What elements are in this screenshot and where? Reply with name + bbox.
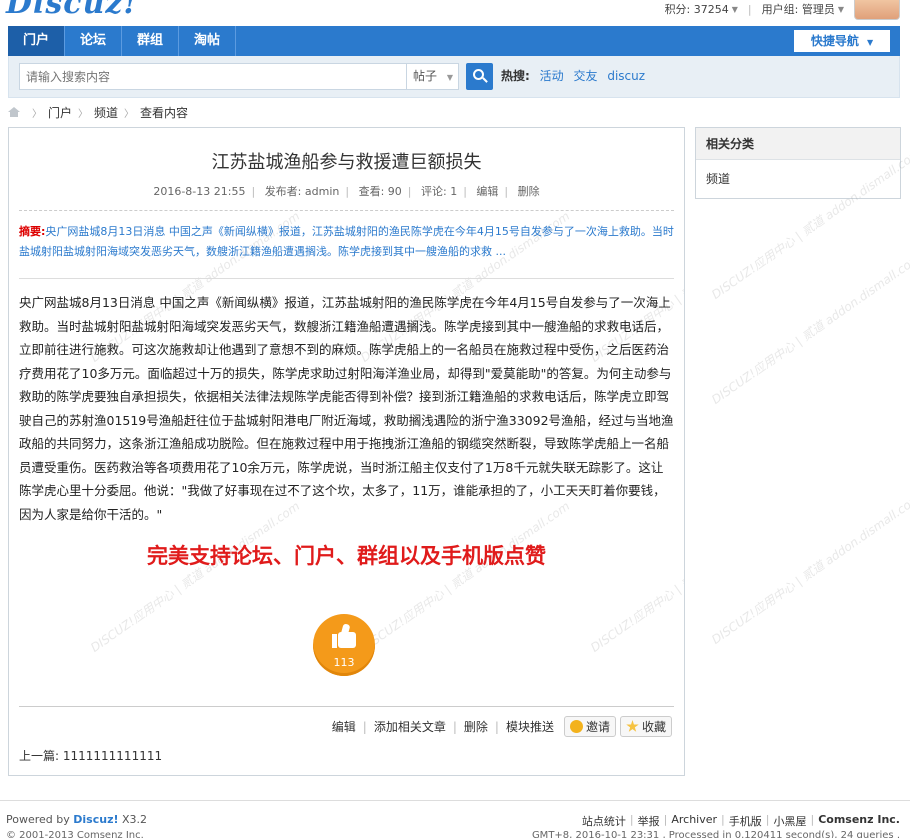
footer-link-blacklist[interactable]: 小黑屋 (773, 813, 806, 829)
search-type-select[interactable]: 帖子 ▼ (407, 63, 459, 90)
chevron-right-icon: 〉 (32, 108, 42, 120)
chevron-down-icon: ▼ (446, 73, 453, 82)
powered-by: Powered by Discuz! X3.2 (6, 813, 147, 826)
like-count: 113 (333, 656, 355, 669)
divider (19, 210, 674, 211)
home-icon[interactable] (8, 107, 20, 117)
favorite-label: 收藏 (641, 720, 666, 734)
summary-label: 摘要: (19, 225, 46, 238)
comment-count[interactable]: 评论: 1 (421, 185, 457, 198)
invite-icon (569, 720, 583, 733)
footer-link-stats[interactable]: 站点统计 (582, 813, 626, 829)
footer-link-archiver[interactable]: Archiver (671, 813, 717, 829)
footer-divider (0, 800, 910, 801)
summary-text: 央广网盐城8月13日消息 中国之声《新闻纵横》报道，江苏盐城射阳的渔民陈学虎在今… (19, 225, 674, 258)
divider: | (747, 2, 752, 16)
breadcrumb-current: 查看内容 (140, 105, 189, 120)
related-category-panel: 相关分类 频道 (695, 127, 901, 199)
chevron-right-icon: 〉 (78, 108, 89, 120)
edit-link[interactable]: 编辑 (476, 185, 498, 198)
discuz-link[interactable]: Discuz! (73, 813, 118, 826)
copyright: © 2001-2013 Comsenz Inc. (6, 830, 144, 838)
search-type-value: 帖子 (413, 69, 438, 83)
favorite-button[interactable]: 收藏 (619, 716, 672, 737)
article-body: 央广网盐城8月13日消息 中国之声《新闻纵横》报道，江苏盐城射阳的渔民陈学虎在今… (19, 295, 674, 522)
search-bar: 帖子 ▼ 热搜: 活动 交友 discuz (8, 56, 900, 98)
delete-button[interactable]: 删除 (464, 718, 488, 735)
divider (19, 706, 674, 707)
hot-search: 热搜: 活动 交友 discuz (501, 56, 645, 96)
breadcrumb: 〉 门户 〉 频道 〉 查看内容 (8, 104, 188, 120)
chevron-down-icon[interactable]: ▼ (838, 5, 844, 14)
article-meta: 2016-8-13 21:55 | 发布者: admin | 查看: 90 | 评论:… (153, 185, 540, 198)
top-bar: Discuz! 积分: 37254 ▼ | 用户组: 管理员 ▼ (0, 0, 910, 26)
module-push-button[interactable]: 模块推送 (506, 718, 554, 735)
watermark: DISCUZ!应用中心 | 贰道 addon.dismall.com (709, 490, 910, 647)
footer-link-mobile[interactable]: 手机版 (729, 813, 762, 829)
version: X3.2 (122, 813, 148, 826)
footer-company-link[interactable]: Comsenz Inc. (818, 813, 900, 829)
author-link[interactable]: 发布者: admin (265, 185, 340, 198)
nav-item-portal[interactable]: 门户 (8, 26, 66, 56)
search-input[interactable] (19, 63, 407, 90)
footer-link-report[interactable]: 举报 (638, 813, 660, 829)
user-info: 积分: 37254 ▼ | 用户组: 管理员 ▼ (665, 0, 900, 20)
quick-nav-button[interactable]: 快捷导航 ▼ (794, 30, 890, 52)
chevron-right-icon: 〉 (124, 108, 135, 120)
search-icon-handle (482, 77, 488, 83)
add-related-button[interactable]: 添加相关文章 (374, 718, 446, 735)
nav-item-collection[interactable]: 淘帖 (179, 26, 237, 56)
delete-link[interactable]: 删除 (518, 185, 540, 198)
invite-button[interactable]: 邀请 (563, 716, 616, 737)
sidebar-item-channel[interactable]: 频道 (696, 160, 900, 198)
main-nav: 门户 论坛 群组 淘帖 快捷导航 ▼ (8, 26, 900, 56)
watermark: DISCUZ!应用中心 | 贰道 addon.dismall.com (709, 250, 910, 407)
prev-article-link[interactable]: 上一篇: 1111111111111 (19, 747, 162, 764)
thumbs-up-icon (332, 623, 356, 650)
hot-keyword[interactable]: 活动 (540, 69, 564, 83)
edit-button[interactable]: 编辑 (332, 718, 356, 735)
breadcrumb-item[interactable]: 频道 (94, 104, 118, 121)
sidebar-title: 相关分类 (696, 128, 900, 160)
search-button[interactable] (466, 63, 493, 90)
hot-keyword[interactable]: discuz (607, 69, 645, 83)
article-actions: 编辑 | 添加相关文章 | 删除 | 模块推送 邀请 收藏 (332, 716, 672, 737)
invite-label: 邀请 (585, 720, 610, 734)
usergroup-link[interactable]: 用户组: 管理员 (762, 1, 835, 17)
avatar[interactable] (854, 0, 900, 20)
promo-text: 完美支持论坛、门户、群组以及手机版点赞 (147, 544, 546, 568)
points-link[interactable]: 积分: 37254 (665, 1, 729, 17)
star-icon (626, 720, 639, 732)
article-title: 江苏盐城渔船参与救援遭巨额损失 (211, 152, 482, 173)
footer-stats: GMT+8, 2016-10-1 23:31 , Processed in 0.… (531, 830, 900, 838)
like-button[interactable]: 113 (313, 614, 375, 676)
breadcrumb-item[interactable]: 门户 (48, 104, 72, 121)
publish-date: 2016-8-13 21:55 (153, 185, 246, 198)
nav-item-group[interactable]: 群组 (122, 26, 180, 56)
article-summary: 摘要:央广网盐城8月13日消息 中国之声《新闻纵横》报道，江苏盐城射阳的渔民陈学… (19, 222, 674, 262)
footer-links: 站点统计 | 举报 | Archiver | 手机版 | 小黑屋 | Comsenz In… (581, 813, 900, 829)
quick-nav-label: 快捷导航 (810, 34, 859, 48)
site-logo[interactable]: Discuz! (6, 0, 138, 21)
hot-keyword[interactable]: 交友 (573, 69, 597, 83)
chevron-down-icon: ▼ (867, 38, 874, 47)
article-panel: DISCUZ!应用中心 | 贰道 addon.dismall.com DISCU… (8, 127, 685, 776)
nav-item-forum[interactable]: 论坛 (65, 26, 123, 56)
chevron-down-icon[interactable]: ▼ (732, 5, 738, 14)
hot-search-label: 热搜: (501, 69, 530, 83)
powered-prefix: Powered by (6, 813, 70, 826)
view-count: 查看: 90 (358, 185, 402, 198)
divider (19, 278, 674, 279)
